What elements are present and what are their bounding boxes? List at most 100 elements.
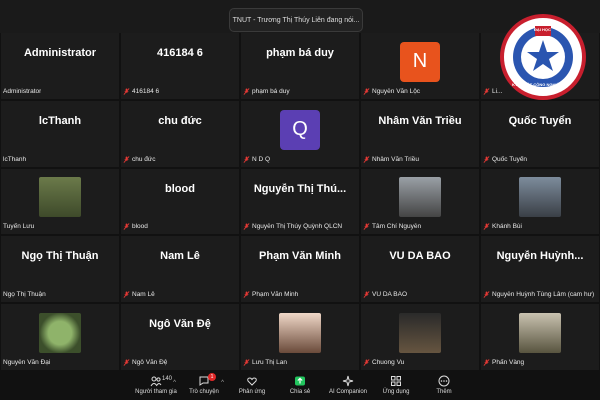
- participant-name-text: Tuyến Lưu: [3, 223, 35, 231]
- participant-tile[interactable]: chu đức chu đức: [121, 100, 239, 167]
- mic-muted-icon: [243, 359, 250, 366]
- ai-companion-button[interactable]: AI Companion: [324, 370, 372, 400]
- avatar: Q: [280, 109, 320, 150]
- participant-tile[interactable]: N Nguyễn Văn Lộc: [361, 33, 479, 99]
- participant-tile[interactable]: Phạm Văn Minh Phạm Văn Minh: [241, 236, 359, 303]
- more-label: Thêm: [436, 389, 452, 395]
- participant-name-text: Li...: [492, 87, 503, 95]
- mic-muted-icon: [123, 291, 130, 299]
- participant-tile[interactable]: Nguyễn Thị Thú... Nguyễn Thị Thúy Quỳnh Q…: [241, 168, 359, 235]
- participant-tile[interactable]: Quốc Tuyển Quốc Tuyển: [481, 100, 599, 167]
- participant-tile[interactable]: Chuong Vu: [361, 304, 479, 370]
- participant-video: [39, 177, 81, 218]
- heart-icon: [247, 377, 257, 386]
- participant-name-label: phạm bá duy: [243, 88, 290, 95]
- participant-tile[interactable]: blood blood: [121, 168, 239, 235]
- participant-name-label: Quốc Tuyển: [483, 156, 527, 163]
- participant-name-label: lcThanh: [3, 156, 26, 163]
- logo-ring-text: KỸ THUẬT CÔNG NGHIỆP: [512, 82, 562, 87]
- apps-label: Ứng dụng: [382, 389, 410, 395]
- participant-tile[interactable]: Tâm Chí Nguyễn: [361, 168, 479, 235]
- participant-display-name: lcThanh: [38, 114, 82, 127]
- participant-name-text: 416184 6: [132, 87, 160, 95]
- participant-tile[interactable]: phạm bá duy phạm bá duy: [241, 33, 359, 99]
- mic-muted-icon: [123, 155, 130, 163]
- participant-display-name: Nguyễn Huỳnh...: [496, 250, 584, 263]
- participant-display-name: blood: [165, 182, 195, 195]
- participants-button[interactable]: 140 Người tham gia ^: [132, 370, 180, 400]
- mic-muted-icon: [483, 87, 490, 95]
- chat-label: Trò chuyện: [189, 389, 219, 395]
- mic-muted-icon: [363, 155, 370, 163]
- participant-display-name: Administrator: [23, 47, 97, 59]
- share-button[interactable]: Chia sẻ: [276, 370, 324, 400]
- participant-display-name: VU DA BAO: [389, 250, 451, 263]
- sparkle-icon: [342, 375, 354, 387]
- participant-display-name: Phạm Văn Minh: [259, 250, 341, 263]
- mic-muted-icon: [243, 87, 250, 95]
- reactions-button[interactable]: Phản ứng: [228, 370, 276, 400]
- participant-tile[interactable]: Nhâm Văn Triều Nhâm Văn Triều: [361, 100, 479, 167]
- participant-name-text: Chuong Vu: [372, 359, 405, 366]
- participant-tile[interactable]: Tuyến Lưu: [1, 168, 119, 235]
- participant-name-text: Quốc Tuyển: [492, 155, 528, 163]
- mic-muted-icon: [123, 223, 130, 231]
- participant-name-text: Ngô Văn Đệ: [132, 359, 168, 366]
- participant-tile[interactable]: Phấn Vàng: [481, 304, 599, 370]
- participant-name-text: VU DA BAO: [372, 291, 408, 299]
- participant-name-label: Administrator: [3, 88, 41, 95]
- participant-name-label: Ngô Văn Đệ: [123, 359, 167, 366]
- chevron-up-icon[interactable]: ^: [173, 380, 176, 386]
- mic-muted-icon: [483, 291, 490, 299]
- participant-tile[interactable]: Q N D Q: [241, 100, 359, 167]
- participant-tile[interactable]: Nam Lê Nam Lê: [121, 236, 239, 303]
- participant-name-text: Nguyễn Văn Đại: [3, 359, 51, 366]
- participant-display-name: 416184 6: [157, 47, 203, 59]
- chat-button[interactable]: 1 Trò chuyện ^: [180, 370, 228, 400]
- mic-muted-icon: [483, 223, 490, 231]
- participant-name-label: Nam Lê: [123, 291, 155, 298]
- participant-tile[interactable]: Lưu Thị Lan: [241, 304, 359, 370]
- participant-name-text: blood: [132, 223, 148, 231]
- participant-video: [399, 177, 441, 218]
- participant-tile[interactable]: Nguyễn Văn Đại: [1, 304, 119, 370]
- mic-muted-icon: [243, 223, 250, 231]
- avatar: N: [400, 41, 440, 82]
- share-screen-icon: [295, 376, 305, 386]
- participant-name-label: Tâm Chí Nguyễn: [363, 223, 421, 230]
- participant-name-text: phạm bá duy: [252, 87, 290, 95]
- participant-tile[interactable]: VU DA BAO VU DA BAO: [361, 236, 479, 303]
- participant-name-label: Khánh Bùi: [483, 223, 522, 230]
- participant-tile[interactable]: 416184 6 416184 6: [121, 33, 239, 99]
- participant-tile[interactable]: Ngô Văn Đệ Ngô Văn Đệ: [121, 304, 239, 370]
- apps-icon: [391, 376, 401, 386]
- participant-name-label: 416184 6: [123, 88, 159, 95]
- more-icon: [438, 375, 450, 387]
- participant-display-name: Nguyễn Thị Thú...: [253, 182, 347, 195]
- participant-name-text: lcThanh: [3, 155, 27, 163]
- participant-name-text: Nguyễn Văn Lộc: [372, 87, 421, 95]
- more-button[interactable]: Thêm: [420, 370, 468, 400]
- share-label: Chia sẻ: [289, 389, 311, 395]
- chevron-up-icon[interactable]: ^: [221, 380, 224, 386]
- participant-name-label: Ngọ Thị Thuận: [3, 291, 46, 298]
- participant-name-label: Nguyễn Huỳnh Tùng Lâm (cam hư): [483, 291, 594, 298]
- participant-name-text: Tâm Chí Nguyễn: [372, 223, 422, 231]
- reactions-label: Phản ứng: [238, 389, 266, 395]
- participant-tile[interactable]: Khánh Bùi: [481, 168, 599, 235]
- participant-tile[interactable]: lcThanh lcThanh: [1, 100, 119, 167]
- mic-muted-icon: [243, 291, 250, 299]
- participant-tile[interactable]: Administrator Administrator: [1, 33, 119, 99]
- participant-tile[interactable]: Ngọ Thị Thuận Ngọ Thị Thuận: [1, 236, 119, 303]
- chat-badge: 1: [208, 373, 216, 381]
- apps-button[interactable]: Ứng dụng: [372, 370, 420, 400]
- participant-name-label: chu đức: [123, 156, 156, 163]
- participants-icon: [150, 376, 162, 387]
- participant-tile[interactable]: Nguyễn Huỳnh... Nguyễn Huỳnh Tùng Lâm (ca…: [481, 236, 599, 303]
- participant-name-text: Ngọ Thị Thuận: [3, 291, 46, 299]
- participants-label: Người tham gia: [135, 389, 177, 395]
- participant-name-label: Chuong Vu: [363, 359, 404, 366]
- participant-name-text: chu đức: [132, 155, 156, 163]
- participant-video: [39, 313, 81, 354]
- participant-name-text: N D Q: [252, 155, 271, 163]
